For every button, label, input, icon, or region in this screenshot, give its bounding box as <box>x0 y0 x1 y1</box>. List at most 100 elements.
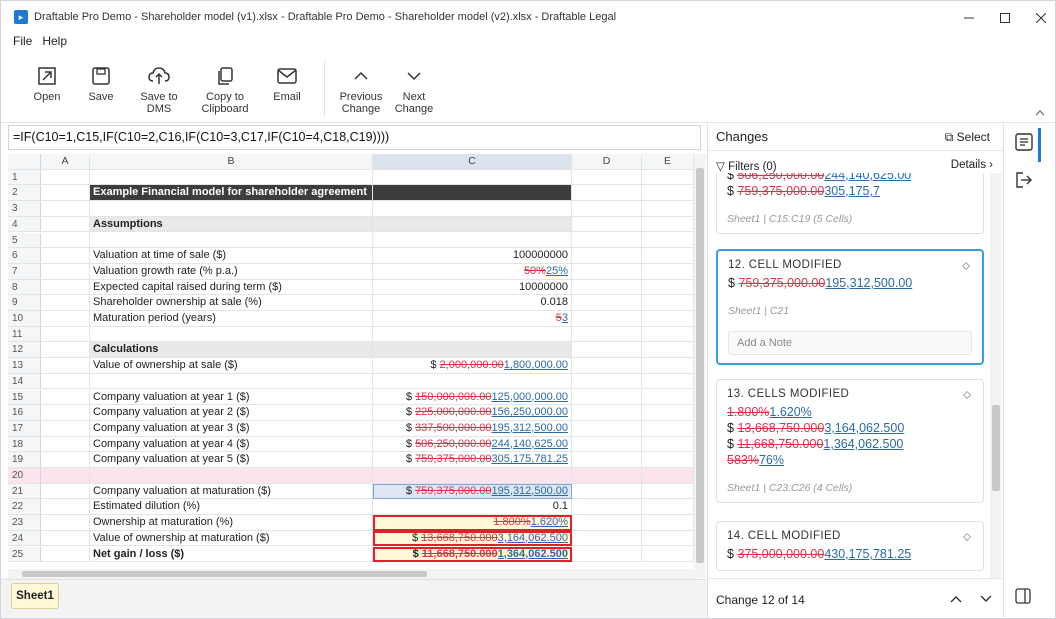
maximize-icon[interactable] <box>995 8 1015 28</box>
cell-d[interactable] <box>572 468 642 484</box>
close-icon[interactable] <box>1031 8 1051 28</box>
cell-e[interactable] <box>642 358 694 374</box>
cell-a[interactable] <box>41 232 90 249</box>
cell-b[interactable] <box>90 326 373 343</box>
row-number[interactable]: 11 <box>8 326 41 343</box>
cell-c[interactable]: 1.800%1.620% <box>373 515 572 531</box>
cell-c[interactable] <box>373 232 572 249</box>
cell-d[interactable] <box>572 483 642 500</box>
next-change-icon[interactable] <box>980 592 992 606</box>
cell-a[interactable] <box>41 452 90 468</box>
row-number[interactable]: 8 <box>8 279 41 296</box>
sheet-tab[interactable]: Sheet1 <box>11 583 59 609</box>
change-card[interactable]: 14. CELL MODIFIED ⬦ $ 375,000,000.00430,17… <box>716 521 984 571</box>
cell-a[interactable] <box>41 420 90 437</box>
cell-c[interactable]: 0.018 <box>373 295 572 311</box>
cell-d[interactable] <box>572 546 642 563</box>
cell-a[interactable] <box>41 216 90 233</box>
cell-e[interactable] <box>642 452 694 468</box>
column-header-d[interactable]: D <box>572 154 642 170</box>
cell-a[interactable] <box>41 295 90 311</box>
cell-b[interactable]: Company valuation at year 4 ($) <box>90 436 373 453</box>
row-number[interactable]: 17 <box>8 420 41 437</box>
filters-button[interactable]: ▽ Filters (0) <box>716 159 777 173</box>
change-card[interactable]: 12. CELL MODIFIED ⬦ $ 759,375,000.00195,31… <box>716 249 984 365</box>
cell-e[interactable] <box>642 201 694 217</box>
cell-c[interactable]: $ 506,250,000.00244,140,625.00 <box>373 436 572 453</box>
row-number[interactable]: 15 <box>8 389 41 406</box>
cell-d[interactable] <box>572 515 642 531</box>
tag-icon[interactable]: ⬦ <box>962 260 970 273</box>
cell-b[interactable]: Value of ownership at maturation ($) <box>90 530 373 547</box>
row-number[interactable]: 20 <box>8 468 41 484</box>
row-number[interactable]: 24 <box>8 530 41 547</box>
cell-d[interactable] <box>572 185 642 202</box>
cell-c[interactable]: 100000000 <box>373 248 572 264</box>
cell-d[interactable] <box>572 263 642 280</box>
tag-icon[interactable]: ⬦ <box>963 531 971 544</box>
cell-b[interactable]: Valuation at time of sale ($) <box>90 248 373 264</box>
cell-a[interactable] <box>41 169 90 186</box>
row-number[interactable]: 4 <box>8 216 41 233</box>
cell-c[interactable]: $ 2,000,000.001,800,000.00 <box>373 358 572 374</box>
horizontal-scrollbar-thumb[interactable] <box>22 571 427 577</box>
row-number[interactable]: 7 <box>8 263 41 280</box>
cell-a[interactable] <box>41 326 90 343</box>
vertical-scrollbar[interactable] <box>694 154 706 578</box>
cell-c[interactable]: $ 759,375,000.00195,312,500.00 <box>373 483 572 500</box>
row-number[interactable]: 1 <box>8 169 41 186</box>
cell-a[interactable] <box>41 546 90 563</box>
toggle-panel-icon[interactable] <box>1015 588 1031 607</box>
cell-c[interactable] <box>373 169 572 186</box>
row-number[interactable]: 22 <box>8 499 41 516</box>
corner-cell[interactable] <box>8 154 41 170</box>
cell-e[interactable] <box>642 373 694 390</box>
cell-e[interactable] <box>642 499 694 516</box>
cell-b[interactable]: Valuation growth rate (% p.a.) <box>90 263 373 280</box>
cell-c[interactable]: $ 759,375,000.00305,175,781.25 <box>373 452 572 468</box>
cell-e[interactable] <box>642 389 694 406</box>
cell-a[interactable] <box>41 311 90 327</box>
cell-c[interactable]: $ 13,668,750.0003,164,062.500 <box>373 530 572 547</box>
cell-a[interactable] <box>41 499 90 516</box>
cell-c[interactable] <box>373 468 572 484</box>
copy-to-clipboard-button[interactable]: Copy to Clipboard <box>199 61 251 115</box>
cell-e[interactable] <box>642 468 694 484</box>
row-number[interactable]: 9 <box>8 295 41 311</box>
exit-icon[interactable] <box>1015 171 1033 192</box>
menu-file[interactable]: File <box>13 34 32 48</box>
open-button[interactable]: Open <box>31 61 63 103</box>
horizontal-scrollbar[interactable] <box>8 569 694 579</box>
row-number[interactable]: 21 <box>8 483 41 500</box>
cell-d[interactable] <box>572 311 642 327</box>
cell-b[interactable]: Company valuation at year 1 ($) <box>90 389 373 406</box>
cell-a[interactable] <box>41 248 90 264</box>
email-button[interactable]: Email <box>271 61 303 103</box>
row-number[interactable]: 12 <box>8 342 41 359</box>
cell-e[interactable] <box>642 420 694 437</box>
cell-e[interactable] <box>642 169 694 186</box>
cell-a[interactable] <box>41 405 90 421</box>
column-header-e[interactable]: E <box>642 154 694 170</box>
change-card[interactable]: 13. CELLS MODIFIED ⬦ 1.800%1.620% $ 13,668,… <box>716 379 984 503</box>
cell-c[interactable] <box>373 201 572 217</box>
cell-e[interactable] <box>642 263 694 280</box>
select-button[interactable]: ⧉ Select <box>945 130 990 145</box>
cell-e[interactable] <box>642 279 694 296</box>
cell-a[interactable] <box>41 279 90 296</box>
cell-c[interactable]: 53 <box>373 311 572 327</box>
cell-b[interactable]: Company valuation at year 2 ($) <box>90 405 373 421</box>
cell-c[interactable] <box>373 326 572 343</box>
collapse-ribbon-icon[interactable] <box>1035 105 1045 119</box>
column-header-b[interactable]: B <box>90 154 373 170</box>
row-number[interactable]: 19 <box>8 452 41 468</box>
menu-help[interactable]: Help <box>42 34 67 48</box>
cell-d[interactable] <box>572 279 642 296</box>
cell-b[interactable] <box>90 373 373 390</box>
cell-a[interactable] <box>41 342 90 359</box>
row-number[interactable]: 25 <box>8 546 41 563</box>
formula-bar[interactable]: =IF(C10=1,C15,IF(C10=2,C16,IF(C10=3,C17,… <box>8 125 701 150</box>
minimize-icon[interactable] <box>959 8 979 28</box>
cell-b[interactable]: Company valuation at year 3 ($) <box>90 420 373 437</box>
cell-b[interactable] <box>90 201 373 217</box>
